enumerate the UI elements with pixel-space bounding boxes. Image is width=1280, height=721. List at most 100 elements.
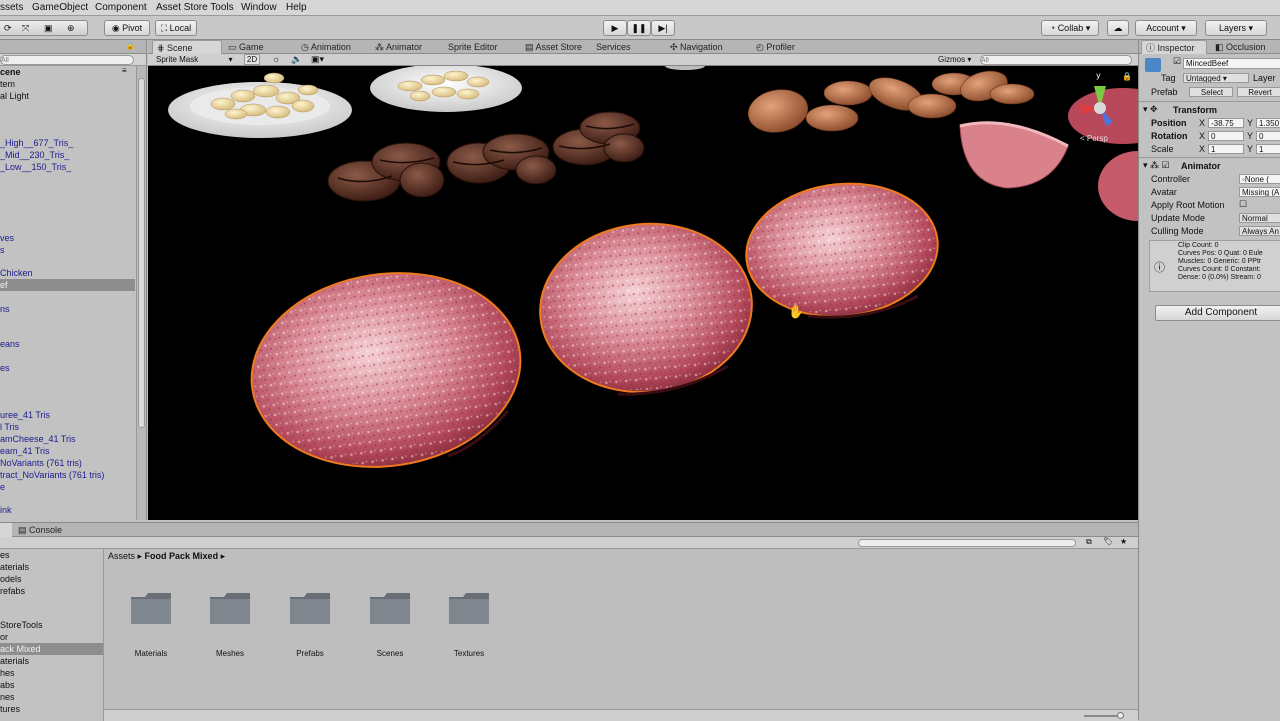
hierarchy-item[interactable]: e: [0, 481, 135, 493]
hierarchy-item[interactable]: eans: [0, 338, 135, 350]
folder-textures[interactable]: Textures: [439, 591, 499, 661]
tree-item[interactable]: aterials: [0, 561, 103, 573]
hierarchy-item[interactable]: ves: [0, 232, 135, 244]
mode-2d-toggle[interactable]: 2D: [244, 54, 260, 65]
hierarchy-item[interactable]: amCheese_41 Tris: [0, 433, 135, 445]
favorite-star-icon[interactable]: ★: [1120, 537, 1127, 546]
cloud-button[interactable]: ☁: [1107, 20, 1129, 36]
folder-meshes[interactable]: Meshes: [200, 591, 260, 661]
hierarchy-scrollbar[interactable]: [136, 66, 146, 520]
hierarchy-item[interactable]: _Low__150_Tris_: [0, 161, 135, 173]
position-y-field[interactable]: 1.350: [1256, 118, 1280, 128]
tab-project[interactable]: [0, 523, 12, 537]
prefab-revert-button[interactable]: Revert: [1237, 87, 1280, 97]
scene-search-input[interactable]: [980, 55, 1132, 65]
tab-sprite-editor[interactable]: Sprite Editor: [448, 40, 498, 54]
folder-scenes[interactable]: Scenes: [360, 591, 420, 661]
prefab-select-button[interactable]: Select: [1189, 87, 1233, 97]
tab-animation[interactable]: ◷ Animation: [301, 40, 351, 54]
play-button[interactable]: ▶: [603, 20, 627, 36]
minced-beef-patty-right[interactable]: [740, 174, 945, 325]
peanut-plate-left[interactable]: [168, 72, 352, 138]
tab-services[interactable]: Services: [596, 40, 631, 54]
hierarchy-search-input[interactable]: [0, 55, 134, 65]
tree-item[interactable]: aterials: [0, 655, 103, 667]
tree-item[interactable]: refabs: [0, 585, 103, 597]
object-name-field[interactable]: MincedBeef: [1183, 58, 1280, 69]
tree-item[interactable]: or: [0, 631, 103, 643]
menu-window[interactable]: Window: [241, 2, 277, 13]
apply-root-motion-checkbox[interactable]: ☐: [1239, 199, 1247, 210]
menu-assets[interactable]: ssets: [0, 2, 23, 13]
tab-console[interactable]: ▤ Console: [18, 523, 62, 537]
tab-asset-store[interactable]: ▤ Asset Store: [525, 40, 582, 54]
tree-item[interactable]: StoreTools: [0, 619, 103, 631]
hierarchy-scene-root[interactable]: cene: [0, 66, 135, 78]
hierarchy-item[interactable]: al Light: [0, 90, 135, 102]
persp-label[interactable]: < Persp: [1080, 134, 1108, 143]
hierarchy-item[interactable]: ink: [0, 504, 135, 516]
peanut-plate-right[interactable]: [370, 66, 522, 112]
tree-item[interactable]: es: [0, 549, 103, 561]
hierarchy-item[interactable]: l Tris: [0, 421, 135, 433]
tag-dropdown[interactable]: Untagged ▾: [1183, 73, 1249, 83]
hierarchy-item[interactable]: Chicken: [0, 267, 135, 279]
tree-item[interactable]: abs: [0, 679, 103, 691]
tree-item[interactable]: tures: [0, 703, 103, 715]
scale-y-field[interactable]: 1: [1256, 144, 1280, 154]
rotate-tool-icon[interactable]: ⟳: [4, 21, 12, 35]
icon-size-slider-thumb[interactable]: [1117, 712, 1124, 719]
tab-profiler[interactable]: ◴ Profiler: [756, 40, 795, 54]
scale-tool-icon[interactable]: ⤧: [22, 21, 29, 35]
pivot-toggle[interactable]: ◉ Pivot: [104, 20, 150, 36]
audio-toggle-icon[interactable]: 🔈: [291, 54, 302, 65]
scene-viewport[interactable]: ✋ y < Persp 🔒: [148, 66, 1138, 520]
folder-materials[interactable]: Materials: [121, 591, 181, 661]
layers-dropdown[interactable]: Layers ▾: [1205, 20, 1267, 36]
breadcrumb-current[interactable]: Food Pack Mixed: [145, 551, 219, 561]
rect-tool-icon[interactable]: ▣: [44, 21, 53, 35]
scene-menu-icon[interactable]: ≡: [122, 66, 127, 75]
sliced-sausage[interactable]: [959, 88, 1138, 221]
hierarchy-item[interactable]: NoVariants (761 tris): [0, 457, 135, 469]
minced-beef-patty-middle[interactable]: [533, 215, 759, 401]
filter-type-icon[interactable]: ⧉: [1086, 537, 1092, 547]
local-toggle[interactable]: ⛶ Local: [155, 20, 197, 36]
hierarchy-item[interactable]: uree_41 Tris: [0, 409, 135, 421]
tree-item[interactable]: nes: [0, 691, 103, 703]
sprite-mask-dropdown[interactable]: Sprite Mask ▾: [156, 55, 232, 64]
pause-button[interactable]: ❚❚: [627, 20, 651, 36]
transform-foldout-icon[interactable]: ▾ ✥: [1143, 104, 1158, 115]
hierarchy-item[interactable]: tem: [0, 78, 135, 90]
hierarchy-item[interactable]: _Mid__230_Tris_: [0, 149, 135, 161]
avatar-field[interactable]: Missing (A: [1239, 187, 1280, 197]
tree-item-selected[interactable]: ack Mixed: [0, 643, 103, 655]
hierarchy-item[interactable]: _High__677_Tris_: [0, 137, 135, 149]
tab-inspector[interactable]: ⓘ Inspector: [1141, 40, 1207, 54]
culling-mode-dropdown[interactable]: Always An: [1239, 226, 1280, 236]
tab-scene[interactable]: ⋕ Scene: [152, 40, 222, 54]
tab-occlusion[interactable]: ◧ Occlusion: [1215, 40, 1266, 54]
menu-gameobject[interactable]: GameObject: [32, 2, 88, 13]
lighting-toggle-icon[interactable]: ☼: [272, 54, 280, 64]
breadcrumb-root[interactable]: Assets: [108, 551, 135, 561]
menu-help[interactable]: Help: [286, 2, 307, 13]
position-x-field[interactable]: -38.75: [1208, 118, 1244, 128]
rotation-x-field[interactable]: 0: [1208, 131, 1244, 141]
hierarchy-item[interactable]: tract_NoVariants (761 tris): [0, 469, 135, 481]
hierarchy-item[interactable]: es: [0, 362, 135, 374]
hierarchy-item[interactable]: s: [0, 244, 135, 256]
transform-tool-icon[interactable]: ⊕: [67, 21, 75, 35]
filter-label-icon[interactable]: 🏷: [1103, 537, 1113, 546]
collab-button[interactable]: ◔ Collab ▾: [1041, 20, 1099, 36]
step-button[interactable]: ▶|: [651, 20, 675, 36]
rotation-y-field[interactable]: 0: [1256, 131, 1280, 141]
minced-beef-patty-left[interactable]: [239, 256, 533, 484]
update-mode-dropdown[interactable]: Normal: [1239, 213, 1280, 223]
hierarchy-item[interactable]: eam_41 Tris: [0, 445, 135, 457]
add-component-button[interactable]: Add Component: [1155, 305, 1280, 321]
gizmos-dropdown[interactable]: Gizmos ▾: [938, 55, 971, 64]
hierarchy-item-selected[interactable]: ef: [0, 279, 135, 291]
menu-asset-store-tools[interactable]: Asset Store Tools: [156, 2, 234, 13]
scale-x-field[interactable]: 1: [1208, 144, 1244, 154]
